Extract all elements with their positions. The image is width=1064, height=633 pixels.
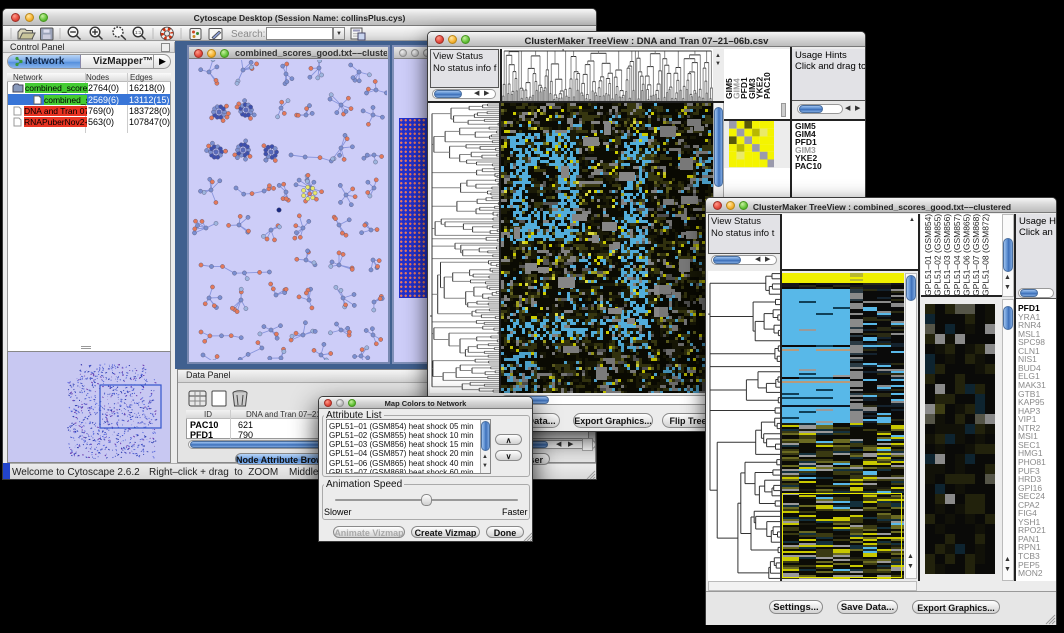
svg-text:PAC10: PAC10 — [762, 72, 772, 99]
svg-text:GPL51–01 (GSM854): GPL51–01 (GSM854) — [923, 214, 933, 296]
svg-text:GPL51–04 (GSM857): GPL51–04 (GSM857) — [952, 214, 962, 296]
svg-text:GPL51–03 (GSM856): GPL51–03 (GSM856) — [942, 214, 952, 296]
svg-text:GPL51–06 (GSM865): GPL51–06 (GSM865) — [961, 214, 971, 296]
svg-text:GPL51–07 (GSM868): GPL51–07 (GSM868) — [971, 214, 981, 296]
svg-text:1:1: 1:1 — [135, 30, 142, 35]
svg-text:GPL51–02 (GSM855): GPL51–02 (GSM855) — [933, 214, 943, 296]
svg-text:GPL51–08 (GSM872): GPL51–08 (GSM872) — [981, 214, 991, 296]
